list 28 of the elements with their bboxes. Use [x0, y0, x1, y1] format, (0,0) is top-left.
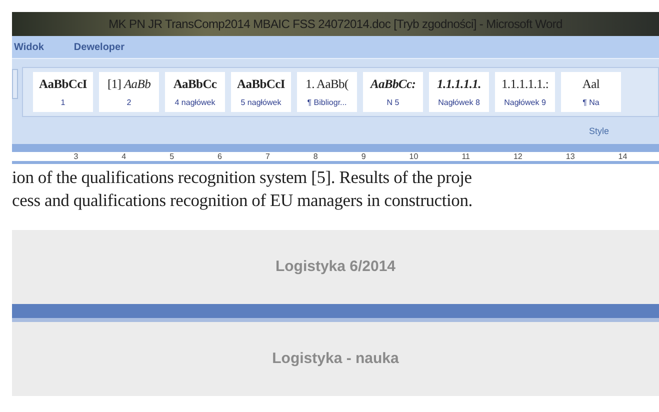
ribbon-tab[interactable]: Deweloper	[74, 40, 124, 54]
ruler-number: 13	[566, 152, 575, 160]
style-tile[interactable]: 1. AaBb( ¶ Bibliogr...	[297, 72, 357, 112]
style-tile[interactable]: AaBbCc 4 nagłówek	[165, 72, 225, 112]
ruler-number: 14	[618, 152, 628, 160]
style-tile[interactable]: 1.1.1.1.1.: Nagłówek 9	[495, 72, 555, 112]
header-text: Logistyka - nauka	[272, 348, 399, 369]
ruler-number: 3	[74, 152, 78, 160]
ruler-number: 12	[513, 152, 522, 160]
ruler-number: 5	[170, 152, 174, 160]
ruler-number: 7	[265, 152, 270, 160]
ribbon-tab[interactable]: Widok	[14, 40, 44, 54]
ruler-number: 4	[122, 152, 126, 160]
header-text: Logistyka 6/2014	[275, 256, 396, 277]
group-label: Style	[588, 125, 609, 138]
ruler-number: 11	[462, 152, 470, 160]
ruler-number: 10	[409, 152, 418, 160]
style-tile[interactable]: AaBbCcI 1	[33, 72, 93, 112]
style-tile[interactable]: 1.1.1.1.1. Nagłówek 8	[429, 72, 489, 112]
ruler-number: 6	[218, 152, 222, 160]
style-tile[interactable]: Aal ¶ Na	[561, 72, 621, 112]
style-tile[interactable]: [1] AaBb 2	[99, 72, 159, 112]
document-text: cess and qualifications recognition of EU managers in construction.	[12, 189, 474, 212]
ruler-number: 8	[313, 152, 318, 160]
ruler-number: 9	[361, 152, 366, 160]
style-tile[interactable]: AaBbCcI 5 nagłówek	[231, 72, 291, 112]
style-tile[interactable]: AaBbCc: N 5	[363, 72, 423, 112]
document-text: ion of the qualifications recognition system [5]. Results of the proje	[12, 166, 473, 189]
